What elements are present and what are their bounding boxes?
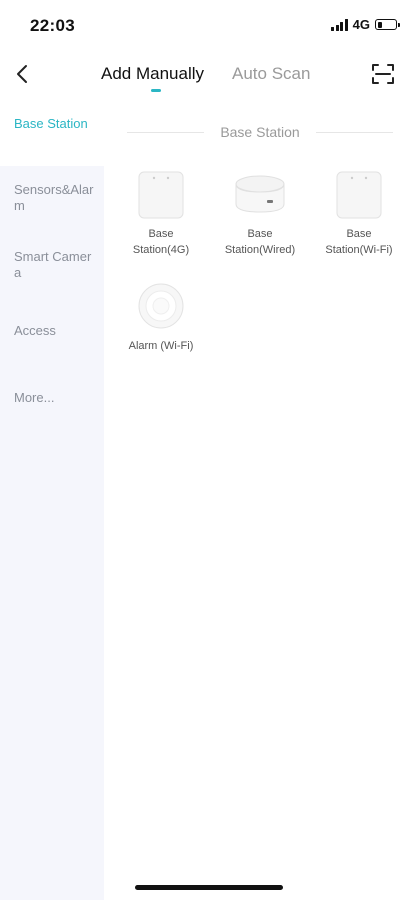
nav-header: Add Manually Auto Scan bbox=[0, 52, 415, 98]
sidebar-item-base-station[interactable]: Base Station bbox=[0, 100, 104, 166]
signal-icon bbox=[331, 18, 348, 31]
back-arrow-icon[interactable] bbox=[12, 62, 34, 86]
device-label-line1: Base bbox=[346, 228, 372, 240]
device-label-line1: Base bbox=[247, 228, 273, 240]
divider bbox=[315, 131, 394, 133]
device-label-line2: Station(Wi-Fi) bbox=[325, 244, 393, 256]
device-base-station-wifi[interactable]: Base Station(Wi-Fi) bbox=[314, 170, 404, 258]
tab-auto-scan[interactable]: Auto Scan bbox=[232, 64, 310, 84]
device-base-station-wired[interactable]: Base Station(Wired) bbox=[215, 170, 305, 258]
device-label-line1: Base bbox=[148, 228, 174, 240]
device-label-line2: Station(Wired) bbox=[224, 244, 296, 256]
section-header: Base Station bbox=[127, 122, 394, 142]
sidebar-item-access[interactable]: Access bbox=[0, 323, 104, 339]
status-bar: 22:03 4G bbox=[0, 0, 415, 50]
device-alarm-wifi[interactable]: Alarm (Wi-Fi) bbox=[116, 282, 206, 354]
home-indicator[interactable] bbox=[135, 885, 283, 890]
scan-icon[interactable] bbox=[371, 62, 395, 86]
tab-add-manually[interactable]: Add Manually bbox=[101, 64, 204, 84]
device-label-line1: Alarm (Wi-Fi) bbox=[128, 340, 194, 352]
base-station-wired-image bbox=[215, 170, 305, 224]
active-tab-indicator bbox=[151, 89, 161, 92]
status-icons: 4G bbox=[331, 17, 400, 32]
section-title: Base Station bbox=[220, 124, 300, 140]
battery-icon bbox=[375, 19, 400, 30]
network-type: 4G bbox=[352, 17, 370, 32]
device-label-line2: Station(4G) bbox=[132, 244, 190, 256]
base-station-4g-image bbox=[116, 170, 206, 224]
status-time: 22:03 bbox=[30, 16, 75, 35]
divider bbox=[127, 131, 205, 133]
device-base-station-4g[interactable]: Base Station(4G) bbox=[116, 170, 206, 258]
sidebar-item-more[interactable]: More... bbox=[0, 390, 104, 406]
base-station-wifi-image bbox=[314, 170, 404, 224]
alarm-wifi-image bbox=[116, 282, 206, 336]
sidebar-item-sensors-alarm[interactable]: Sensors&Alarm bbox=[0, 182, 104, 214]
sidebar-item-smart-camera[interactable]: Smart Camera bbox=[0, 249, 104, 281]
category-sidebar: Base Station Sensors&Alarm Smart Camera … bbox=[0, 100, 104, 900]
